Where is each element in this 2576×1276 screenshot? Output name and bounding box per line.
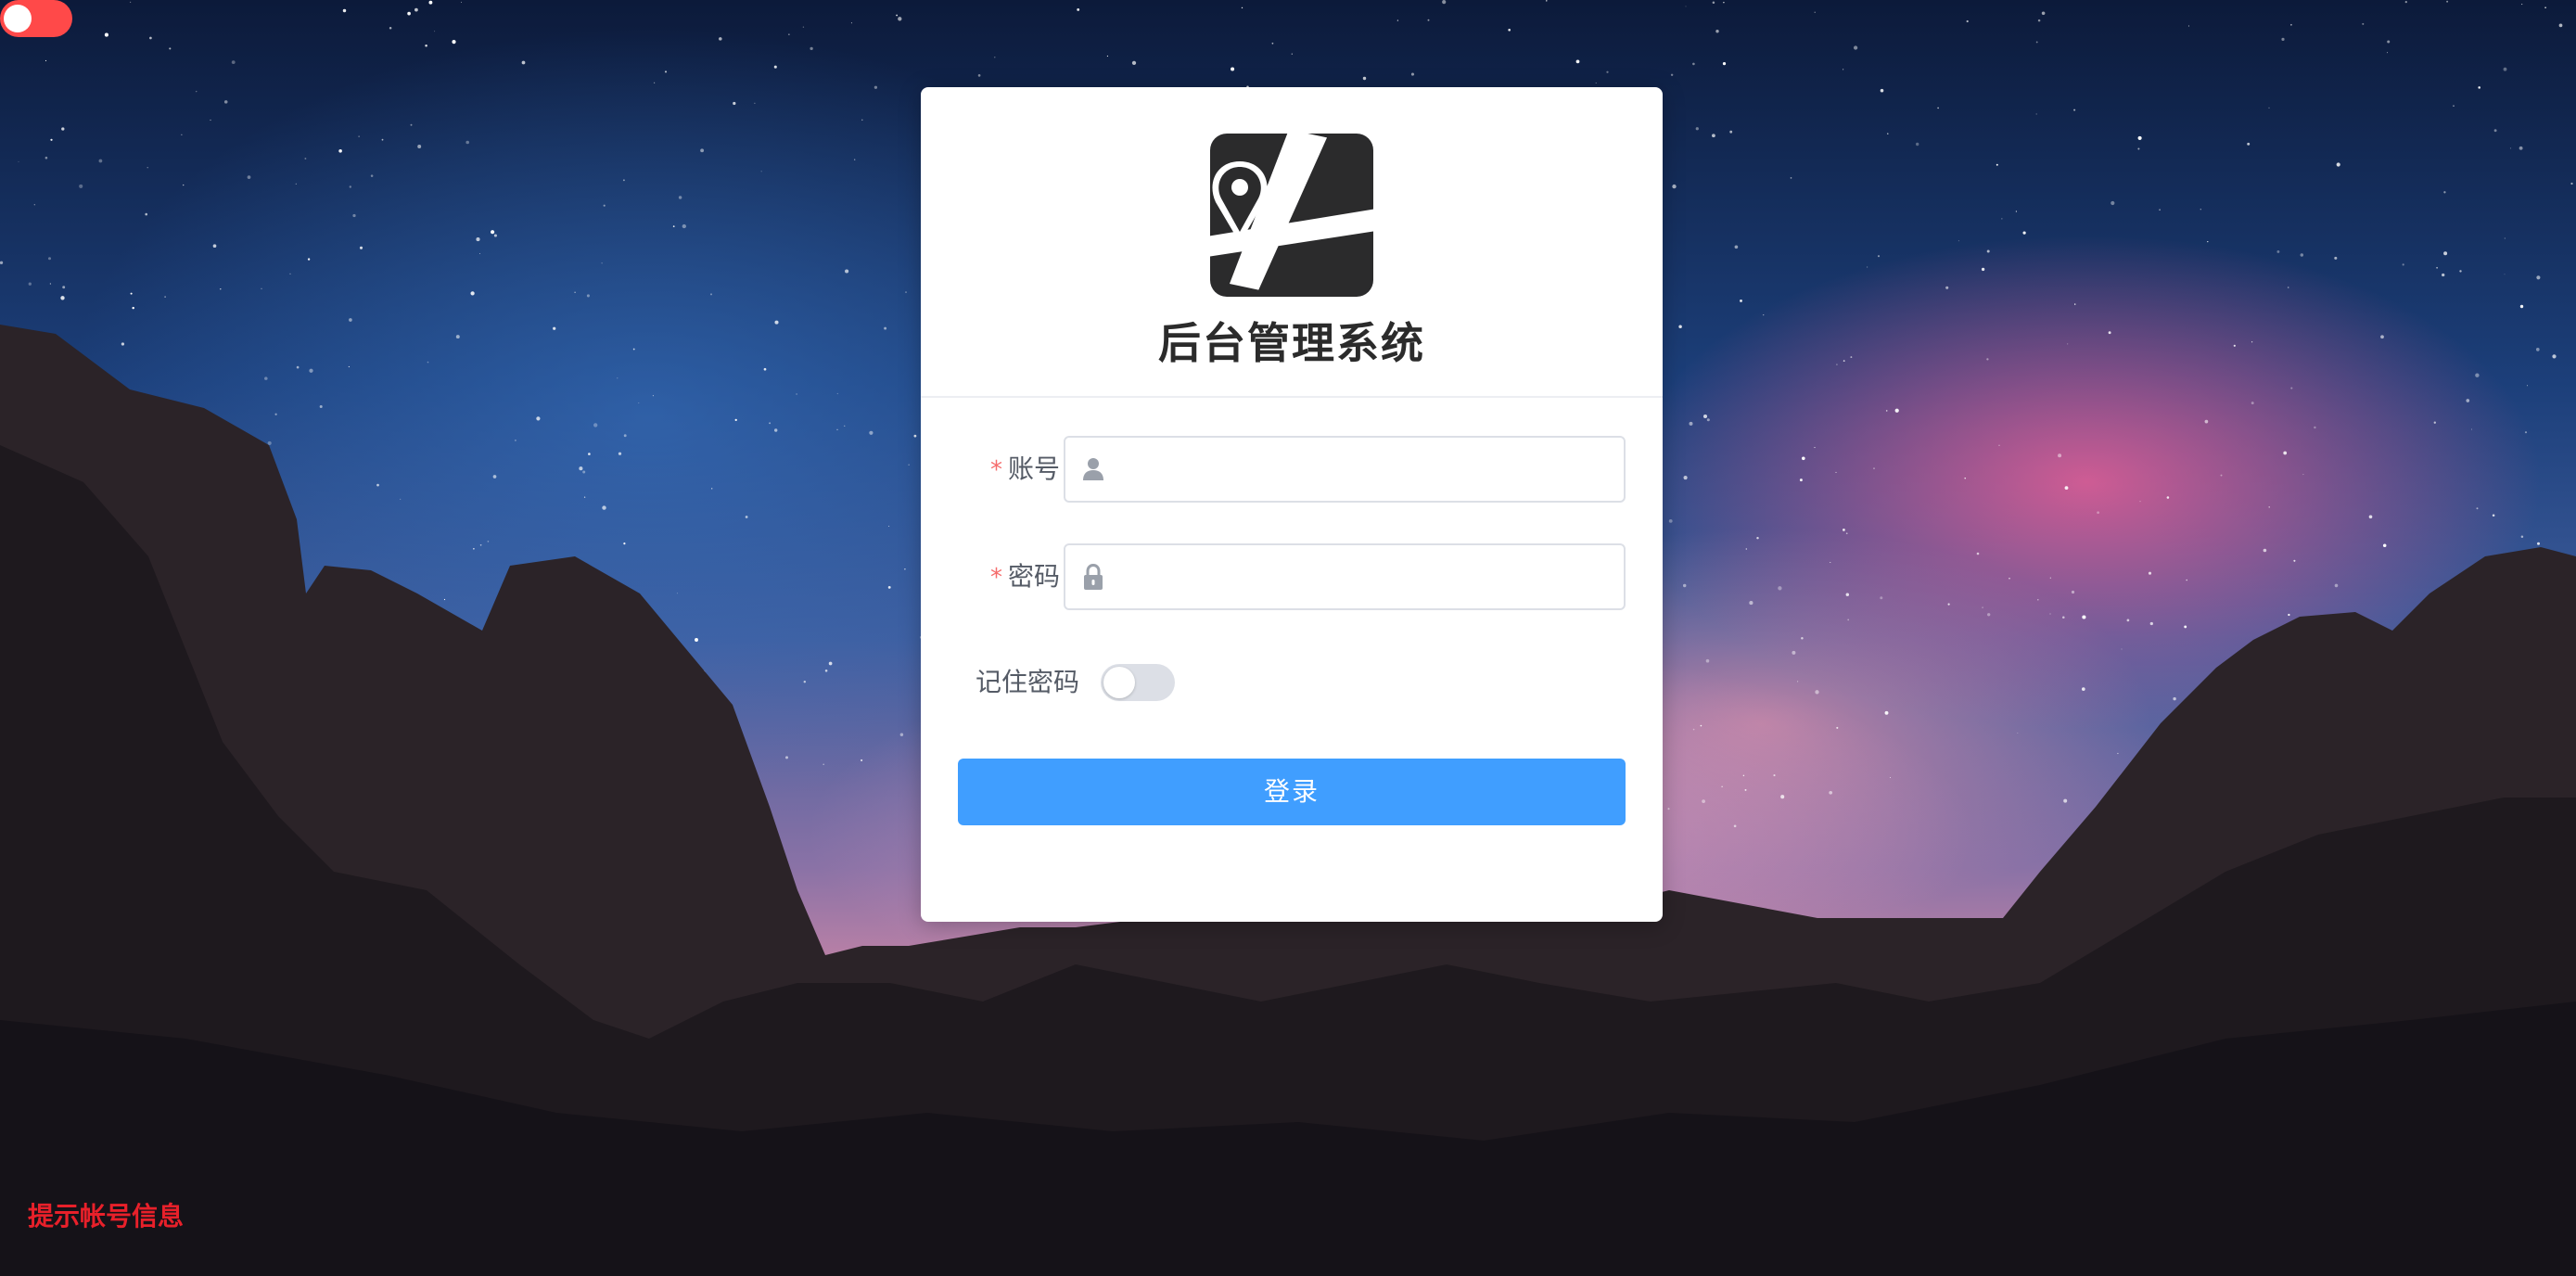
password-row: * 密码	[958, 543, 1626, 610]
password-input-box[interactable]	[1064, 543, 1626, 610]
login-button[interactable]: 登录	[958, 759, 1626, 825]
account-label: * 账号	[989, 453, 1060, 484]
remember-label: 记住密码	[976, 667, 1080, 697]
map-pin-icon	[1210, 134, 1373, 297]
card-header: 后台管理系统	[921, 87, 1663, 398]
required-mark: *	[989, 456, 1002, 484]
switch-knob	[1103, 667, 1135, 698]
login-card: 后台管理系统 * 账号 * 密码 记住密码 登录	[921, 87, 1663, 922]
account-input[interactable]	[1117, 445, 1609, 493]
account-input-box[interactable]	[1064, 436, 1626, 503]
page-title: 后台管理系统	[1158, 318, 1425, 368]
user-icon	[1083, 458, 1103, 480]
lock-icon	[1084, 563, 1103, 590]
required-mark: *	[989, 564, 1002, 592]
switch-knob	[4, 5, 32, 32]
account-hint-link[interactable]: 提示帐号信息	[28, 1196, 184, 1233]
password-input[interactable]	[1117, 553, 1609, 601]
account-row: * 账号	[958, 436, 1626, 503]
remember-switch[interactable]	[1101, 664, 1175, 701]
password-label: * 密码	[989, 561, 1060, 592]
top-switch[interactable]	[0, 0, 72, 37]
